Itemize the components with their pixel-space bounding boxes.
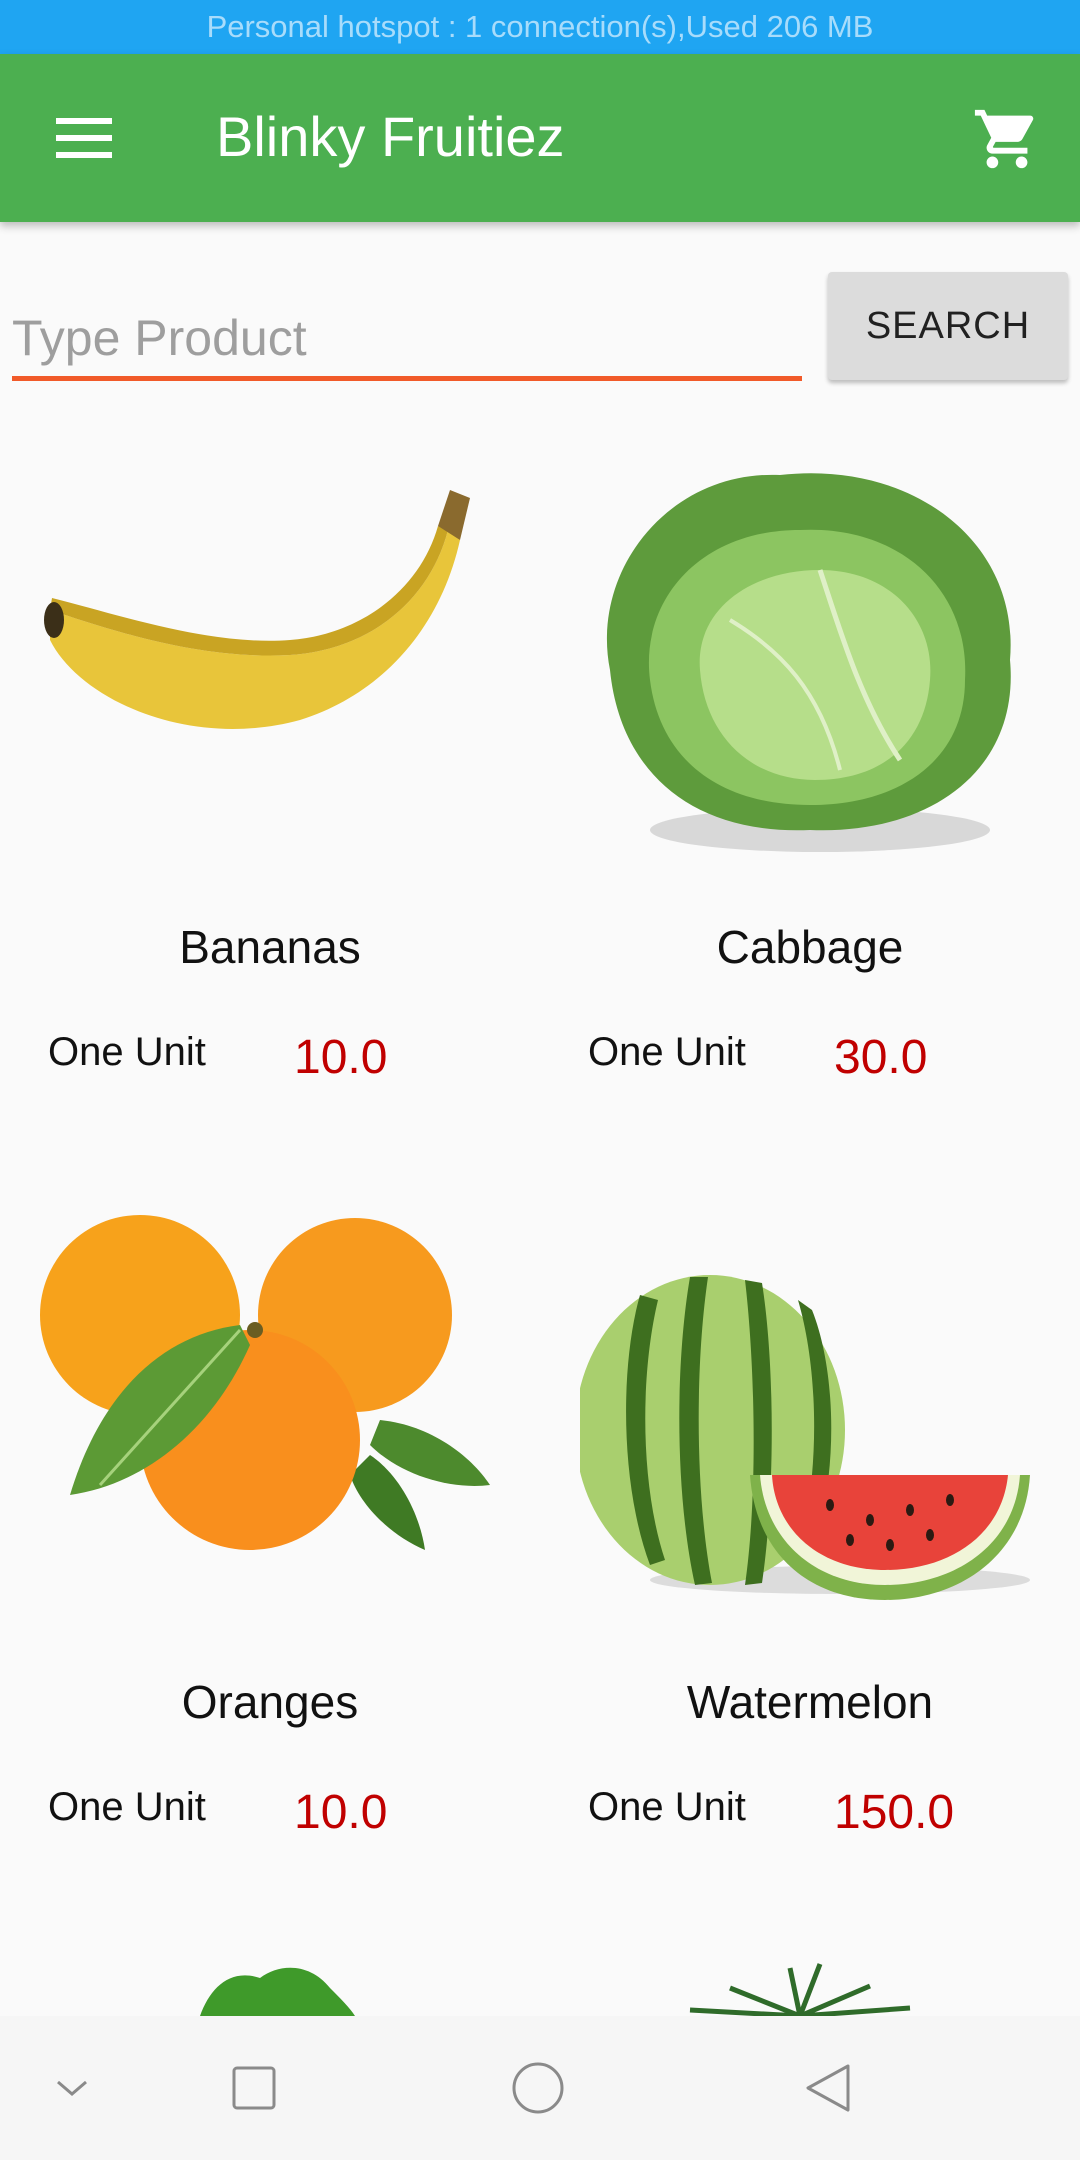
price: 30.0 [834, 1031, 928, 1084]
home-icon[interactable] [510, 2060, 566, 2121]
product-name: Cabbage [716, 921, 904, 973]
unit-label: One Unit [48, 1030, 206, 1074]
search-input[interactable] [12, 300, 802, 381]
collapse-icon[interactable] [50, 2066, 94, 2115]
status-bar: Personal hotspot : 1 connection(s),Used … [0, 0, 1080, 54]
banana-image [40, 450, 500, 870]
unit-label: One Unit [48, 1785, 206, 1829]
menu-icon[interactable] [56, 118, 112, 158]
partial-product-image-right [670, 1958, 930, 2016]
back-icon[interactable] [800, 2060, 856, 2121]
price: 10.0 [294, 1786, 388, 1839]
app-title: Blinky Fruitiez [216, 105, 565, 168]
price: 150.0 [834, 1786, 955, 1839]
unit-label: One Unit [588, 1785, 746, 1829]
partial-product-image-left [190, 1958, 360, 2016]
product-name: Oranges [181, 1676, 359, 1728]
app-toolbar: Blinky Fruitiez [0, 54, 1080, 222]
cart-icon[interactable] [972, 104, 1042, 174]
product-name: Watermelon [686, 1676, 934, 1728]
watermelon-image [575, 1205, 1040, 1625]
status-bar-text: Personal hotspot : 1 connection(s),Used … [206, 9, 874, 44]
price: 10.0 [294, 1031, 388, 1084]
recents-icon[interactable] [230, 2064, 278, 2117]
system-nav-bar [0, 2016, 1080, 2160]
oranges-image [40, 1205, 500, 1625]
product-name: Bananas [179, 921, 361, 973]
unit-label: One Unit [588, 1030, 746, 1074]
cabbage-image [580, 450, 1040, 870]
search-button[interactable]: SEARCH [828, 272, 1068, 380]
